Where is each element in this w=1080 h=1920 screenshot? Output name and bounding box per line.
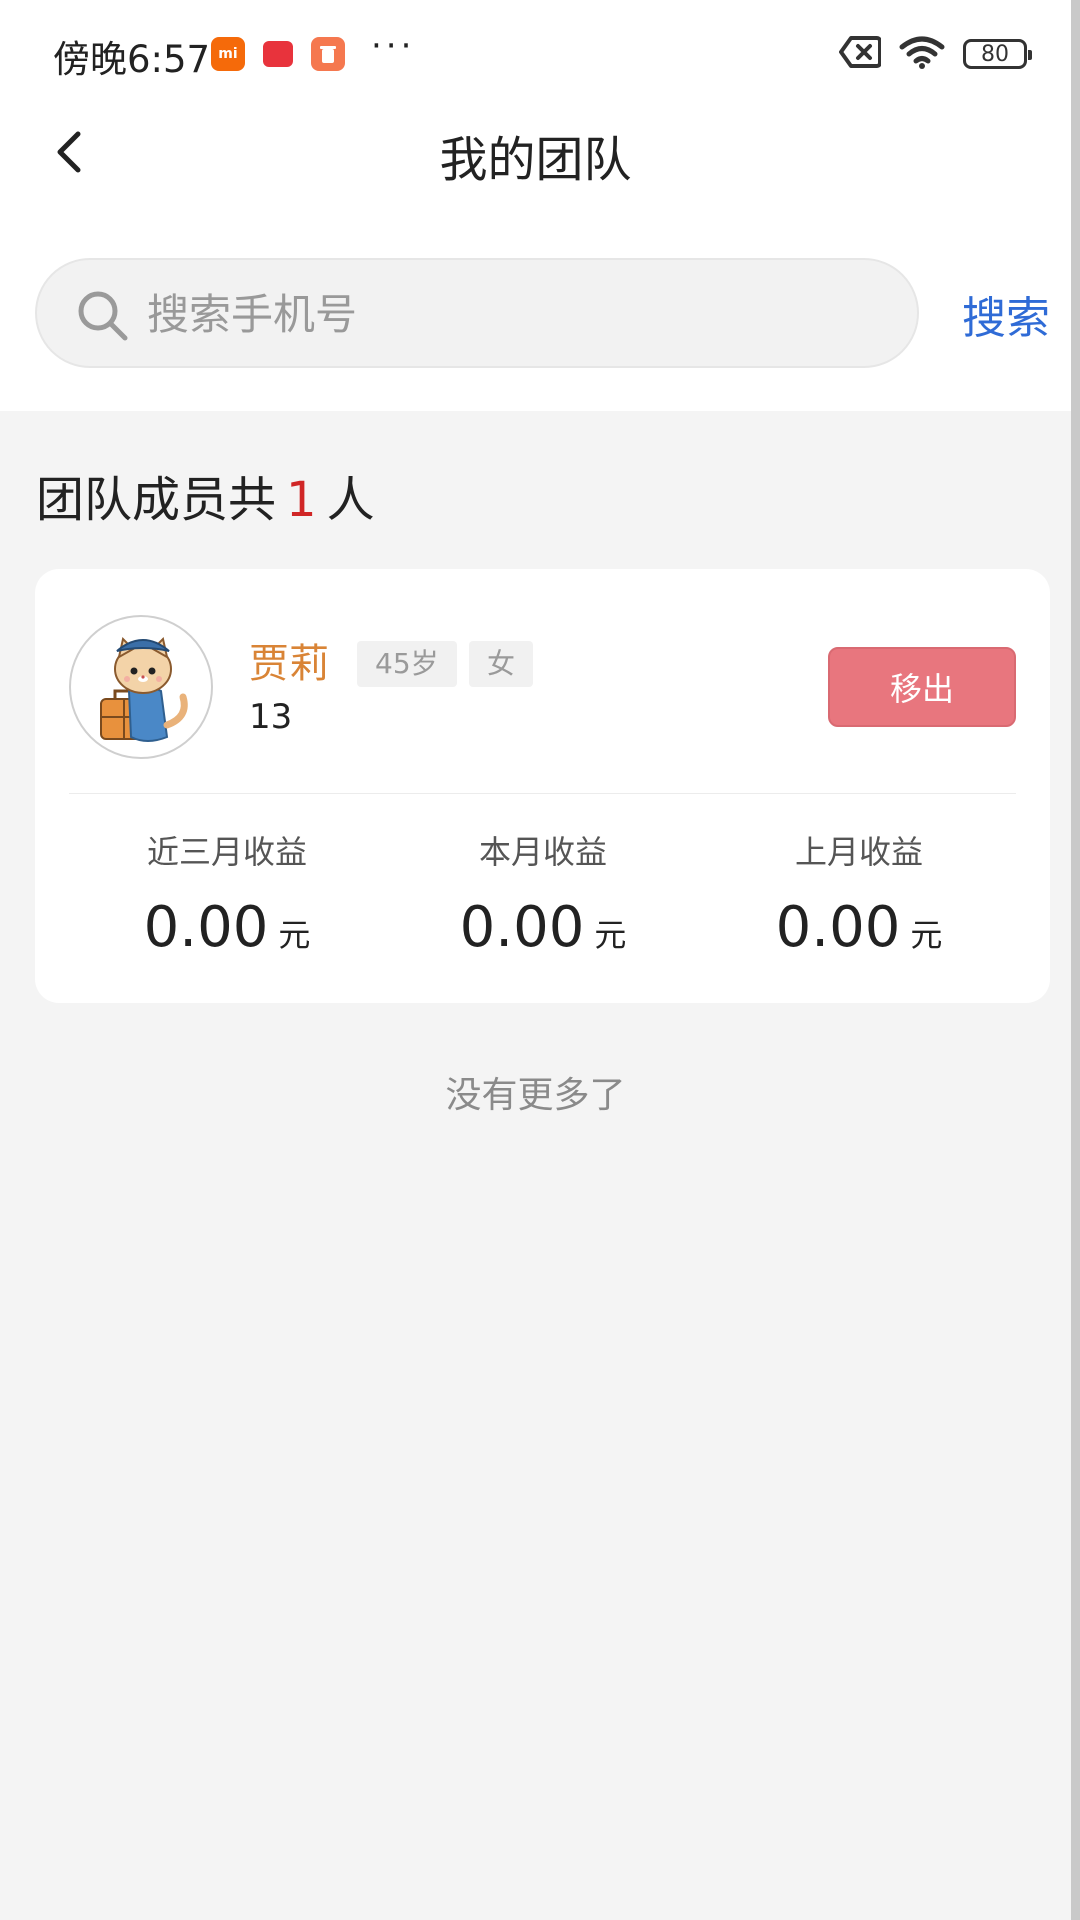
stat-three-month-earnings: 近三月收益 0.00 元 xyxy=(67,827,387,960)
stat-last-month-earnings: 上月收益 0.00 元 xyxy=(699,827,1019,960)
search-button[interactable]: 搜索 xyxy=(962,282,1050,346)
team-count-suffix: 人 xyxy=(326,472,375,528)
wifi-icon xyxy=(899,35,945,73)
more-notifications-icon: ··· xyxy=(371,26,416,66)
remove-member-button[interactable]: 移出 xyxy=(828,647,1016,727)
stat-value: 0.00 xyxy=(459,895,585,960)
member-card: 贾莉 45岁 女 130 移出 近三月收益 0.00元 本月收益 0.00元 上… xyxy=(35,569,1050,1003)
news-app-icon xyxy=(261,37,295,71)
age-tag: 45岁 xyxy=(357,641,457,687)
status-bar: 傍晚6:57 mi ··· 80 xyxy=(0,0,1071,106)
team-count-number: 1 xyxy=(286,472,317,528)
page-title: 我的团队 xyxy=(439,132,632,188)
battery-level: 80 xyxy=(981,41,1009,67)
mi-app-icon: mi xyxy=(211,37,245,71)
search-box[interactable] xyxy=(35,258,919,368)
stat-this-month-earnings: 本月收益 0.00 元 xyxy=(383,827,703,960)
stat-unit: 元 xyxy=(594,916,627,954)
stat-value: 0.00 xyxy=(143,895,269,960)
gender-tag: 女 xyxy=(469,641,534,687)
stat-label: 本月收益 xyxy=(478,833,607,871)
stat-unit: 元 xyxy=(910,916,943,954)
search-input[interactable] xyxy=(147,284,887,344)
mi-app-label: mi xyxy=(218,46,238,62)
team-count-prefix: 团队成员共 xyxy=(36,472,277,528)
stat-unit: 元 xyxy=(278,916,311,954)
member-phone: 130 xyxy=(249,697,291,737)
battery-icon: 80 xyxy=(963,39,1032,69)
search-icon xyxy=(78,291,128,341)
card-divider xyxy=(69,793,1016,794)
cat-avatar-icon xyxy=(100,637,188,742)
stat-label: 上月收益 xyxy=(794,833,923,871)
status-icons: 80 xyxy=(839,35,1032,73)
no-more-text: 没有更多了 xyxy=(445,1075,626,1116)
no-sim-icon xyxy=(839,35,882,73)
scrollbar[interactable] xyxy=(1071,0,1080,1920)
stat-value: 0.00 xyxy=(775,895,901,960)
nav-bar: 我的团队 xyxy=(0,106,1071,198)
stat-label: 近三月收益 xyxy=(146,833,307,871)
cleaner-app-icon xyxy=(311,37,345,71)
member-name: 贾莉 xyxy=(249,641,329,687)
status-time: 傍晚6:57 xyxy=(53,38,211,81)
avatar[interactable] xyxy=(69,615,213,759)
team-count: 团队成员共 1 人 xyxy=(36,460,375,530)
